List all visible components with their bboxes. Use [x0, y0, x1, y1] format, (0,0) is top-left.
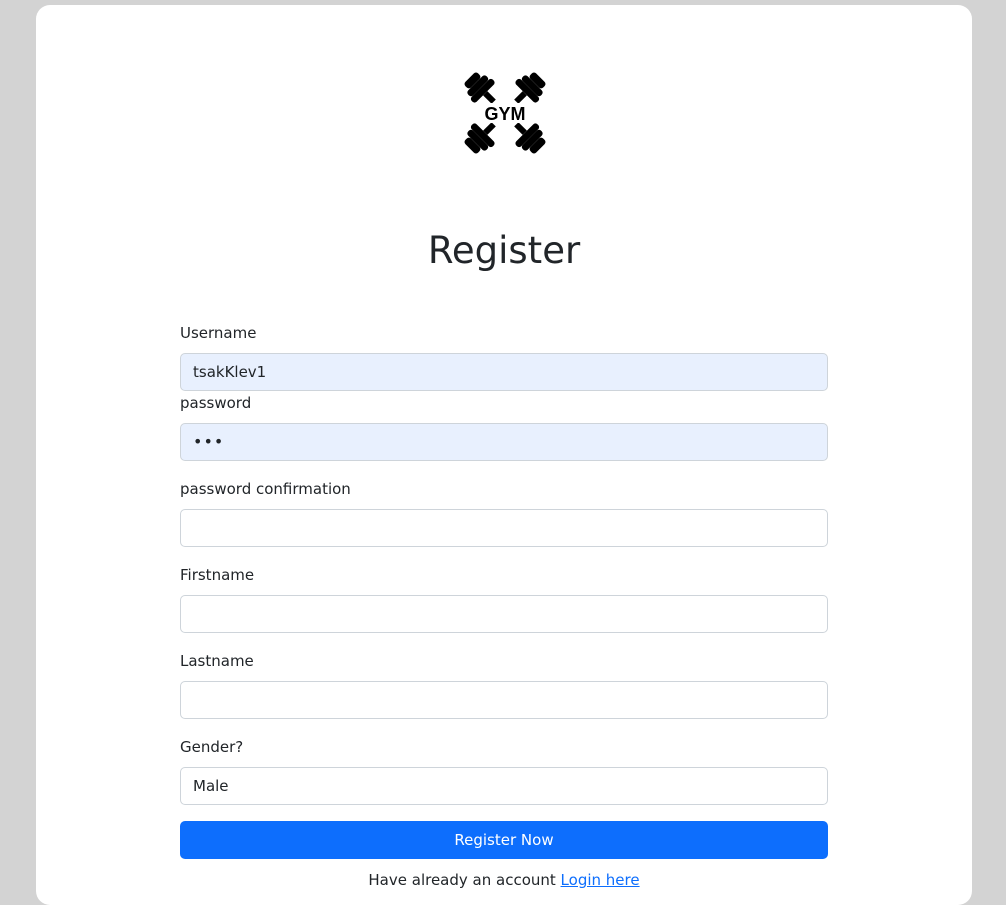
lastname-input[interactable]: [180, 681, 828, 719]
gym-logo: GYM: [464, 72, 546, 154]
password-confirmation-input[interactable]: [180, 509, 828, 547]
username-input[interactable]: [180, 353, 828, 391]
firstname-input[interactable]: [180, 595, 828, 633]
lastname-label: Lastname: [180, 652, 254, 670]
login-prompt: Have already an account Login here: [180, 870, 828, 890]
password-input[interactable]: •••: [180, 423, 828, 461]
gender-select[interactable]: Male: [180, 767, 828, 805]
firstname-label: Firstname: [180, 566, 255, 584]
login-prompt-text: Have already an account: [368, 871, 556, 889]
gender-label: Gender?: [180, 738, 244, 756]
page-title: Register: [427, 229, 581, 272]
login-here-link[interactable]: Login here: [561, 871, 640, 889]
register-now-button[interactable]: Register Now: [180, 821, 828, 859]
logo-text: GYM: [484, 104, 525, 124]
username-label: Username: [180, 324, 257, 342]
password-confirmation-label: password confirmation: [180, 480, 351, 498]
register-card: GYM Register Username password ••• passw…: [36, 5, 972, 905]
password-label: password: [180, 394, 252, 412]
